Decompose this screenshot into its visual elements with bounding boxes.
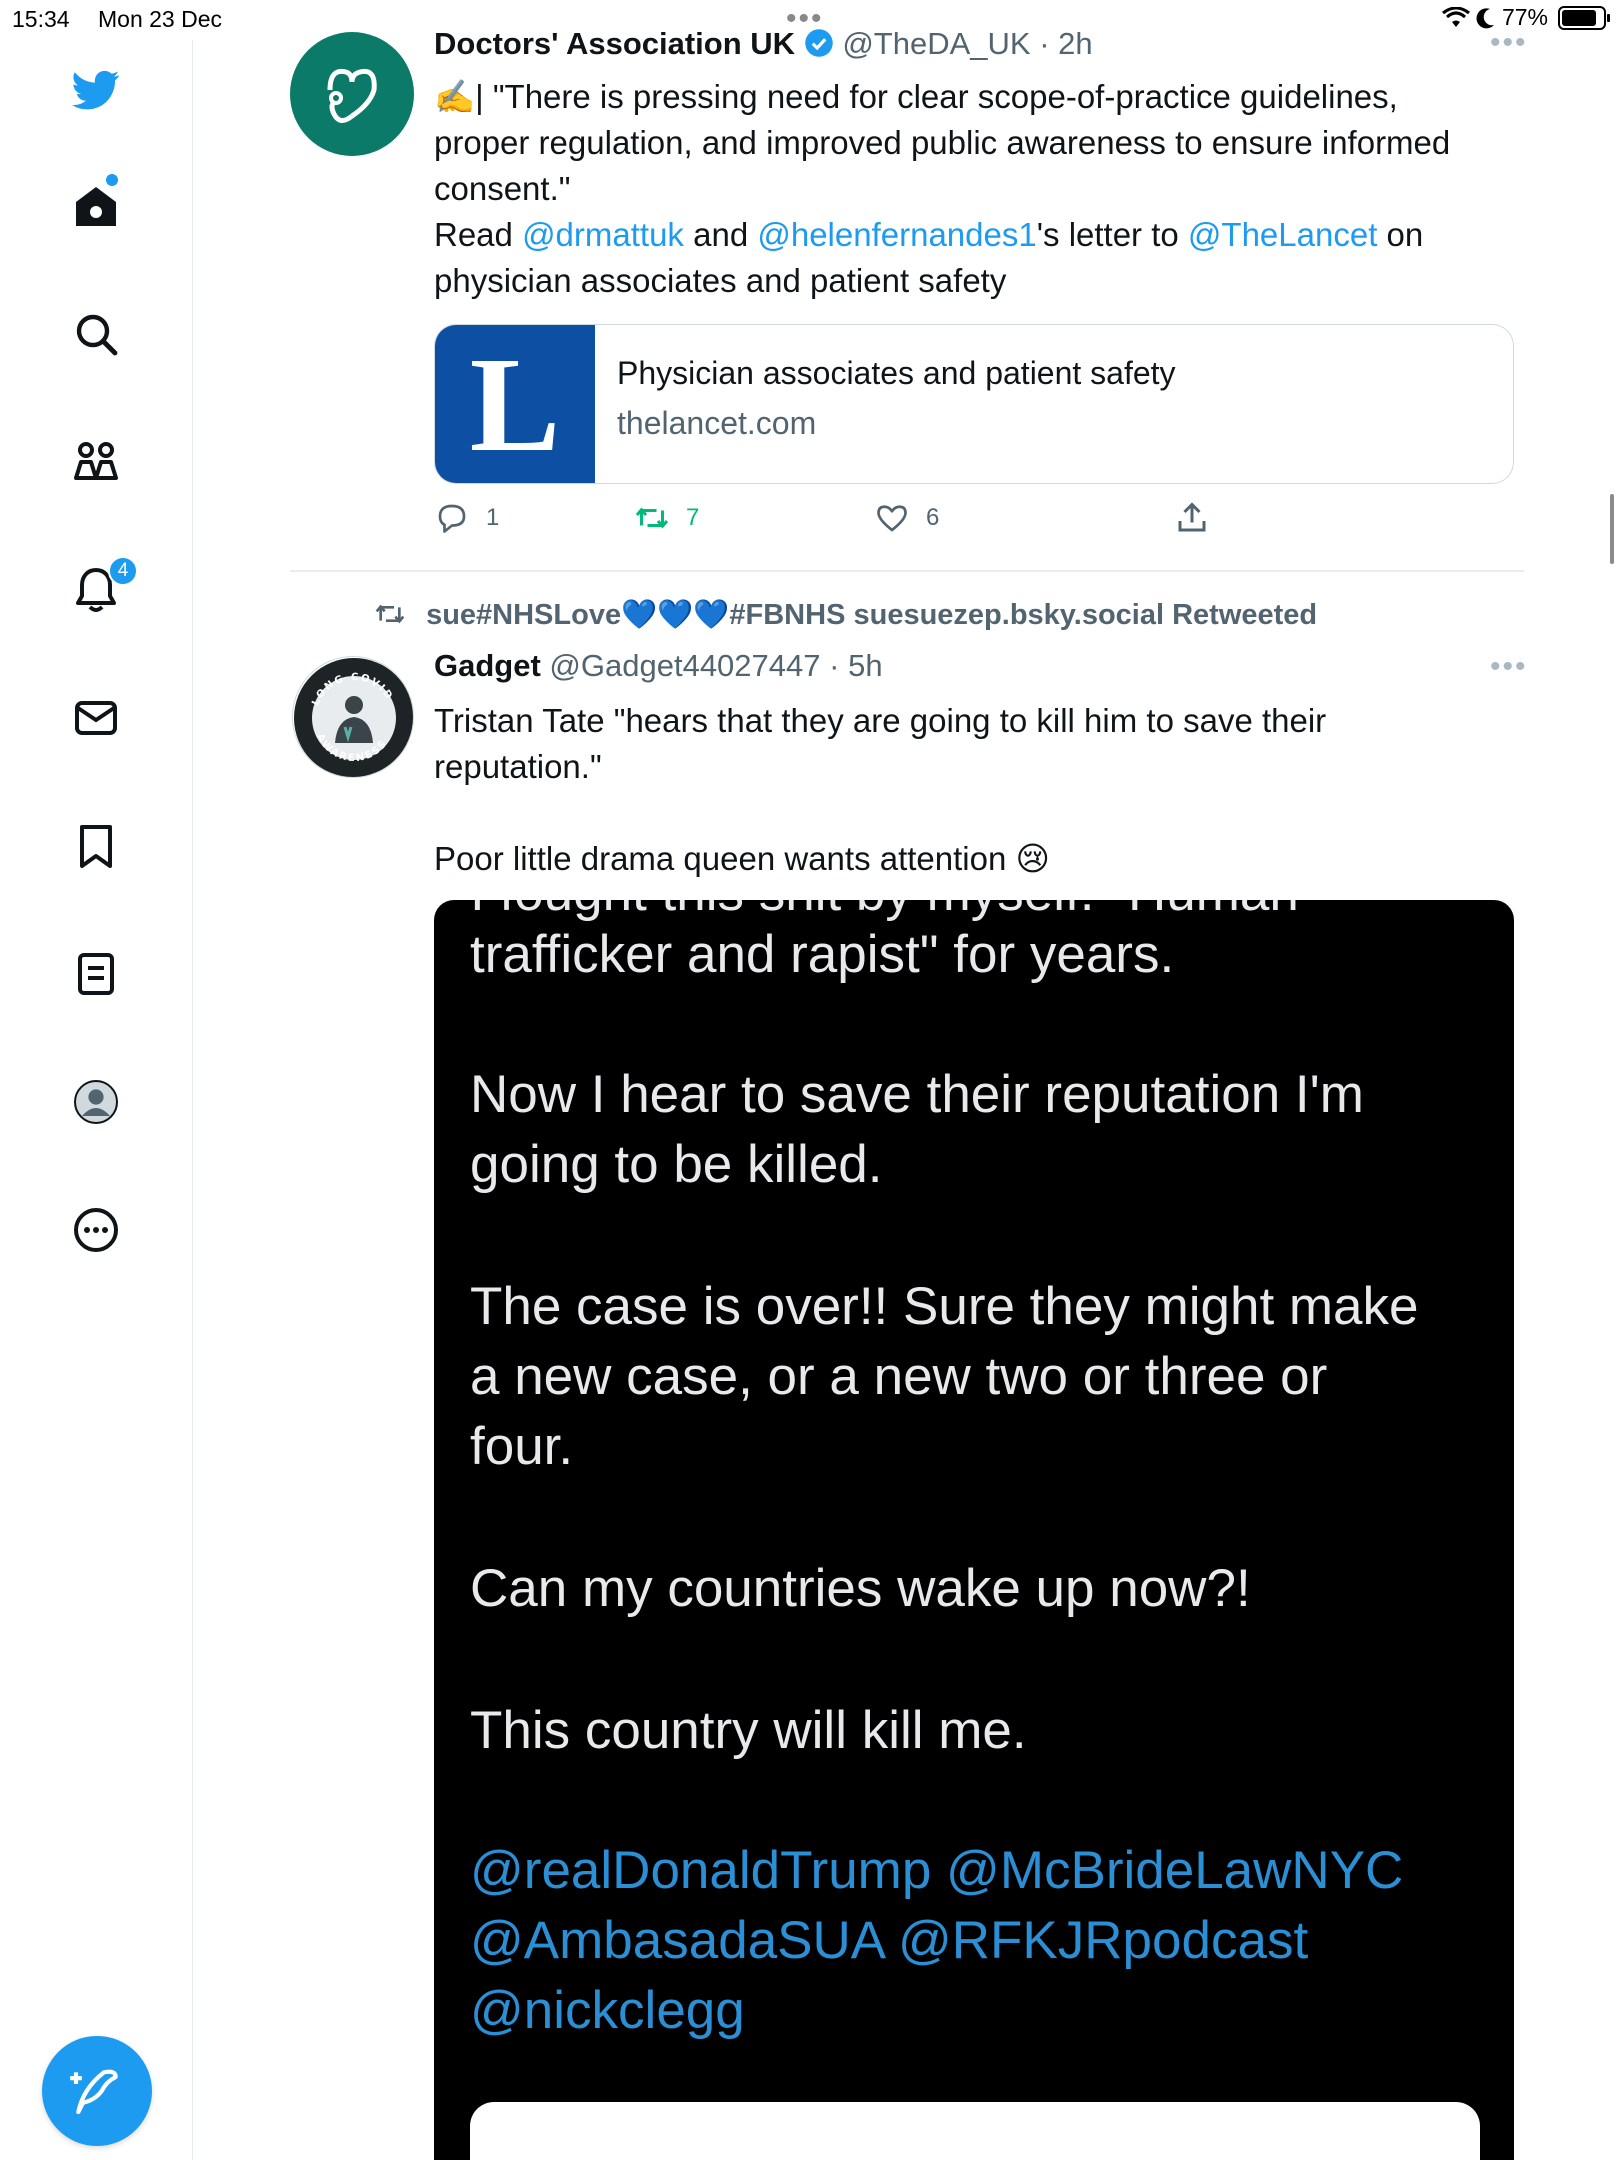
tweet1-line2: proper regulation, and improved public a… xyxy=(434,124,1451,161)
tweet1-line4: Read @drmattuk and @helenfernandes1's le… xyxy=(434,212,1524,258)
media-line6: four. xyxy=(470,1417,574,1476)
mention-thelancet[interactable]: @TheLancet xyxy=(1188,216,1377,253)
card-title: Physician associates and patient safety xyxy=(617,355,1176,391)
share-button[interactable] xyxy=(1174,500,1210,536)
communities-icon[interactable] xyxy=(70,436,122,488)
tweet2-text: Tristan Tate "hears that they are going … xyxy=(434,698,1524,882)
tweet1-more-icon[interactable]: ••• xyxy=(1490,26,1528,60)
card-domain: thelancet.com xyxy=(617,405,817,441)
bookmarks-icon[interactable] xyxy=(70,820,122,872)
messages-icon[interactable] xyxy=(70,692,122,744)
tweet1-line1: ✍️| "There is pressing need for clear sc… xyxy=(434,78,1398,115)
reply-button[interactable]: 1 xyxy=(434,500,499,536)
lancet-logo-letter: L xyxy=(469,330,561,480)
reply-count: 1 xyxy=(486,504,500,531)
more-icon[interactable] xyxy=(70,1204,122,1256)
retweet-context-icon xyxy=(375,604,405,624)
status-time: 15:34 xyxy=(12,6,70,32)
home-icon[interactable] xyxy=(70,180,122,232)
tweet1-author-name[interactable]: Doctors' Association UK xyxy=(434,26,795,61)
retweeted-by-text[interactable]: sue#NHSLove💙💙💙#FBNHS suesuezep.bsky.soci… xyxy=(426,599,1317,631)
doctors-association-avatar[interactable] xyxy=(290,32,414,156)
sidebar: 4 xyxy=(0,40,193,2160)
media-line8: This country will kill me. xyxy=(470,1701,1027,1760)
mention-drmattuk[interactable]: @drmattuk xyxy=(522,216,684,253)
tweet1-line5: physician associates and patient safety xyxy=(434,262,1007,299)
tweet1-handle[interactable]: @TheDA_UK xyxy=(842,26,1030,61)
media-line4: The case is over!! Sure they might make xyxy=(470,1277,1419,1336)
tweet2-time[interactable]: · 5h xyxy=(829,648,882,683)
compose-feather-icon xyxy=(70,2069,118,2115)
media-mentions3: @nickclegg xyxy=(470,1981,745,2040)
timeline-feed: Doctors' Association UK @TheDA_UK · 2h •… xyxy=(290,0,1614,2160)
link-preview-card[interactable]: L Physician associates and patient safet… xyxy=(434,324,1514,484)
status-date: Mon 23 Dec xyxy=(98,6,223,32)
media-line5: a new case, or a new two or three or xyxy=(470,1347,1328,1406)
tweet1-read-text: Read xyxy=(434,216,513,253)
tweet2-handle[interactable]: @Gadget44027447 xyxy=(549,648,820,683)
home-unread-dot xyxy=(106,174,118,186)
notification-badge: 4 xyxy=(108,556,138,586)
tweet1-header: Doctors' Association UK @TheDA_UK · 2h xyxy=(434,26,1093,62)
retweet-icon xyxy=(635,507,669,529)
search-icon[interactable] xyxy=(70,308,122,360)
profile-icon[interactable] xyxy=(70,1076,122,1128)
tweet1-letter-text: 's letter to xyxy=(1036,216,1179,253)
media-line1: trafficker and rapist" for years. xyxy=(470,925,1175,984)
tweet2-more-icon[interactable]: ••• xyxy=(1490,650,1528,684)
tweet2-line2: reputation." xyxy=(434,748,602,785)
tweet2-media-screenshot[interactable]: I fought this shit by myself. "Human tra… xyxy=(434,900,1514,2160)
tweet1-time[interactable]: · 2h xyxy=(1039,26,1092,61)
media-line7: Can my countries wake up now?! xyxy=(470,1559,1251,1618)
media-mentions1: @realDonaldTrump @McBrideLawNYC xyxy=(470,1841,1404,1900)
like-button[interactable]: 6 xyxy=(874,500,939,536)
media-line3: going to be killed. xyxy=(470,1135,883,1194)
retweet-count: 7 xyxy=(686,504,700,531)
gadget-avatar[interactable]: LONG COVID AWARENESS xyxy=(292,656,414,778)
mention-helenfernandes1[interactable]: @helenfernandes1 xyxy=(757,216,1036,253)
media-inner-card xyxy=(470,2102,1480,2160)
scrollbar[interactable] xyxy=(1610,494,1614,564)
compose-tweet-button[interactable] xyxy=(42,2036,152,2146)
media-mentions2: @AmbasadaSUA @RFKJRpodcast xyxy=(470,1911,1309,1970)
lancet-logo: L xyxy=(435,325,595,483)
long-covid-awareness-logo: LONG COVID AWARENESS xyxy=(294,658,413,777)
battery-icon xyxy=(1558,5,1610,30)
tweet1-text: ✍️| "There is pressing need for clear sc… xyxy=(434,74,1524,304)
share-icon xyxy=(1178,502,1206,532)
twitter-logo-icon[interactable] xyxy=(70,64,122,116)
tweet2-line3: Poor little drama queen wants attention … xyxy=(434,840,1050,877)
tweet1-and-text: and xyxy=(693,216,749,253)
reply-icon xyxy=(438,504,466,533)
media-line2: Now I hear to save their reputation I'm xyxy=(470,1065,1364,1124)
lists-icon[interactable] xyxy=(70,948,122,1000)
stethoscope-heart-icon xyxy=(327,68,377,123)
retweet-context: sue#NHSLove💙💙💙#FBNHS suesuezep.bsky.soci… xyxy=(374,598,1317,632)
tweet2-line1: Tristan Tate "hears that they are going … xyxy=(434,702,1327,739)
tweet2-header: Gadget @Gadget44027447 · 5h xyxy=(434,648,883,684)
tweet-divider xyxy=(290,570,1524,572)
verified-badge-icon xyxy=(804,29,833,57)
tweet1-line3: consent." xyxy=(434,170,571,207)
like-count: 6 xyxy=(926,504,940,531)
tweet1-on-text: on xyxy=(1386,216,1424,253)
tweet2-author-name[interactable]: Gadget xyxy=(434,648,541,683)
tweet1-actions: 1 7 6 xyxy=(434,500,1434,544)
heart-icon xyxy=(877,505,907,532)
retweet-button[interactable]: 7 xyxy=(634,500,699,536)
